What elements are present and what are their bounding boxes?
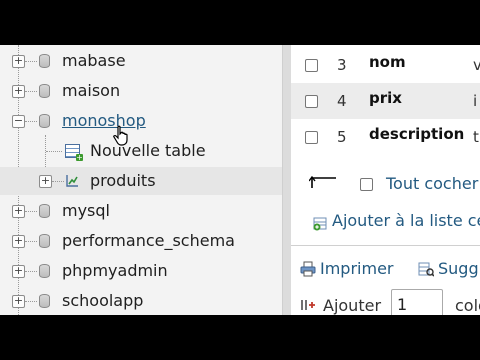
tree-item-phpmyadmin[interactable]: + phpmyadmin [0, 257, 282, 285]
column-name[interactable]: nom [369, 53, 406, 71]
navigation-tree: + mabase + maison − monoshop + Nouvelle … [0, 45, 282, 315]
check-all-link[interactable]: Tout cocher [386, 174, 478, 193]
tree-item-mabase[interactable]: + mabase [0, 47, 282, 75]
add-to-central-list-link[interactable]: Ajouter à la liste ce [332, 211, 480, 230]
column-number: 3 [337, 56, 347, 74]
suggest-structure-icon [418, 262, 434, 277]
add-columns-label: Ajouter [323, 296, 382, 315]
tree-item-schoolapp[interactable]: + schoolapp [0, 287, 282, 315]
tree-branch [25, 91, 37, 92]
table-structure-panel: 3 nom v 4 prix i 5 description t Tout co… [291, 45, 480, 315]
columns-label: colo [455, 296, 480, 315]
database-name[interactable]: mabase [62, 51, 126, 70]
database-name[interactable]: mysql [62, 201, 110, 220]
expand-icon[interactable]: + [12, 55, 25, 68]
tree-branch [46, 151, 62, 152]
new-table-icon: + [65, 144, 83, 162]
tree-item-produits[interactable]: + produits [0, 167, 282, 195]
row-checkbox[interactable] [305, 95, 318, 108]
column-name[interactable]: prix [369, 89, 402, 107]
expand-icon[interactable]: + [12, 265, 25, 278]
new-table-label[interactable]: Nouvelle table [90, 141, 206, 160]
row-checkbox[interactable] [305, 131, 318, 144]
tree-branch [25, 61, 37, 62]
section-divider [291, 245, 480, 246]
expand-icon[interactable]: + [12, 235, 25, 248]
expand-icon[interactable]: + [12, 295, 25, 308]
column-number: 5 [337, 128, 347, 146]
database-icon [39, 54, 50, 68]
table-name[interactable]: produits [90, 171, 156, 190]
column-type: v [473, 56, 480, 74]
add-to-list-icon [313, 217, 327, 231]
panel-splitter[interactable] [282, 45, 291, 315]
phpmyadmin-window: + mabase + maison − monoshop + Nouvelle … [0, 45, 480, 315]
suggest-structure-link[interactable]: Sugg [438, 259, 479, 278]
tree-branch [25, 241, 37, 242]
tree-item-new-table[interactable]: + Nouvelle table [0, 137, 282, 165]
database-name[interactable]: performance_schema [62, 231, 235, 250]
database-icon [39, 234, 50, 248]
tree-branch [25, 211, 37, 212]
tree-branch [25, 121, 37, 122]
tree-item-maison[interactable]: + maison [0, 77, 282, 105]
print-link[interactable]: Imprimer [320, 259, 394, 278]
tree-item-performance-schema[interactable]: + performance_schema [0, 227, 282, 255]
row-checkbox[interactable] [305, 59, 318, 72]
database-icon [39, 264, 50, 278]
tree-item-mysql[interactable]: + mysql [0, 197, 282, 225]
column-row: 3 nom v [291, 47, 480, 83]
print-icon [300, 261, 316, 277]
column-type: t [473, 128, 479, 146]
hand-pointer-icon [113, 125, 128, 146]
tree-item-monoshop[interactable]: − monoshop [0, 107, 282, 135]
column-count-input[interactable] [391, 289, 443, 315]
tree-branch [52, 181, 64, 182]
database-icon [39, 84, 50, 98]
column-row: 4 prix i [291, 83, 480, 119]
database-name[interactable]: maison [62, 81, 120, 100]
check-all-checkbox[interactable] [360, 178, 373, 191]
database-name[interactable]: schoolapp [62, 291, 143, 310]
arrow-up-left-icon [309, 176, 336, 188]
tree-branch [25, 301, 37, 302]
column-type: i [473, 92, 478, 110]
column-number: 4 [337, 92, 347, 110]
database-icon [39, 204, 50, 218]
tree-branch [25, 271, 37, 272]
expand-icon[interactable]: + [39, 175, 52, 188]
database-icon [39, 294, 50, 308]
database-name[interactable]: phpmyadmin [62, 261, 168, 280]
database-name[interactable]: monoshop [62, 111, 146, 130]
database-icon [39, 114, 50, 128]
table-structure-icon [66, 175, 78, 187]
expand-icon[interactable]: + [12, 205, 25, 218]
add-column-icon [301, 300, 315, 310]
collapse-icon[interactable]: − [12, 115, 25, 128]
column-name[interactable]: description [369, 125, 464, 143]
column-row: 5 description t [291, 119, 480, 155]
expand-icon[interactable]: + [12, 85, 25, 98]
